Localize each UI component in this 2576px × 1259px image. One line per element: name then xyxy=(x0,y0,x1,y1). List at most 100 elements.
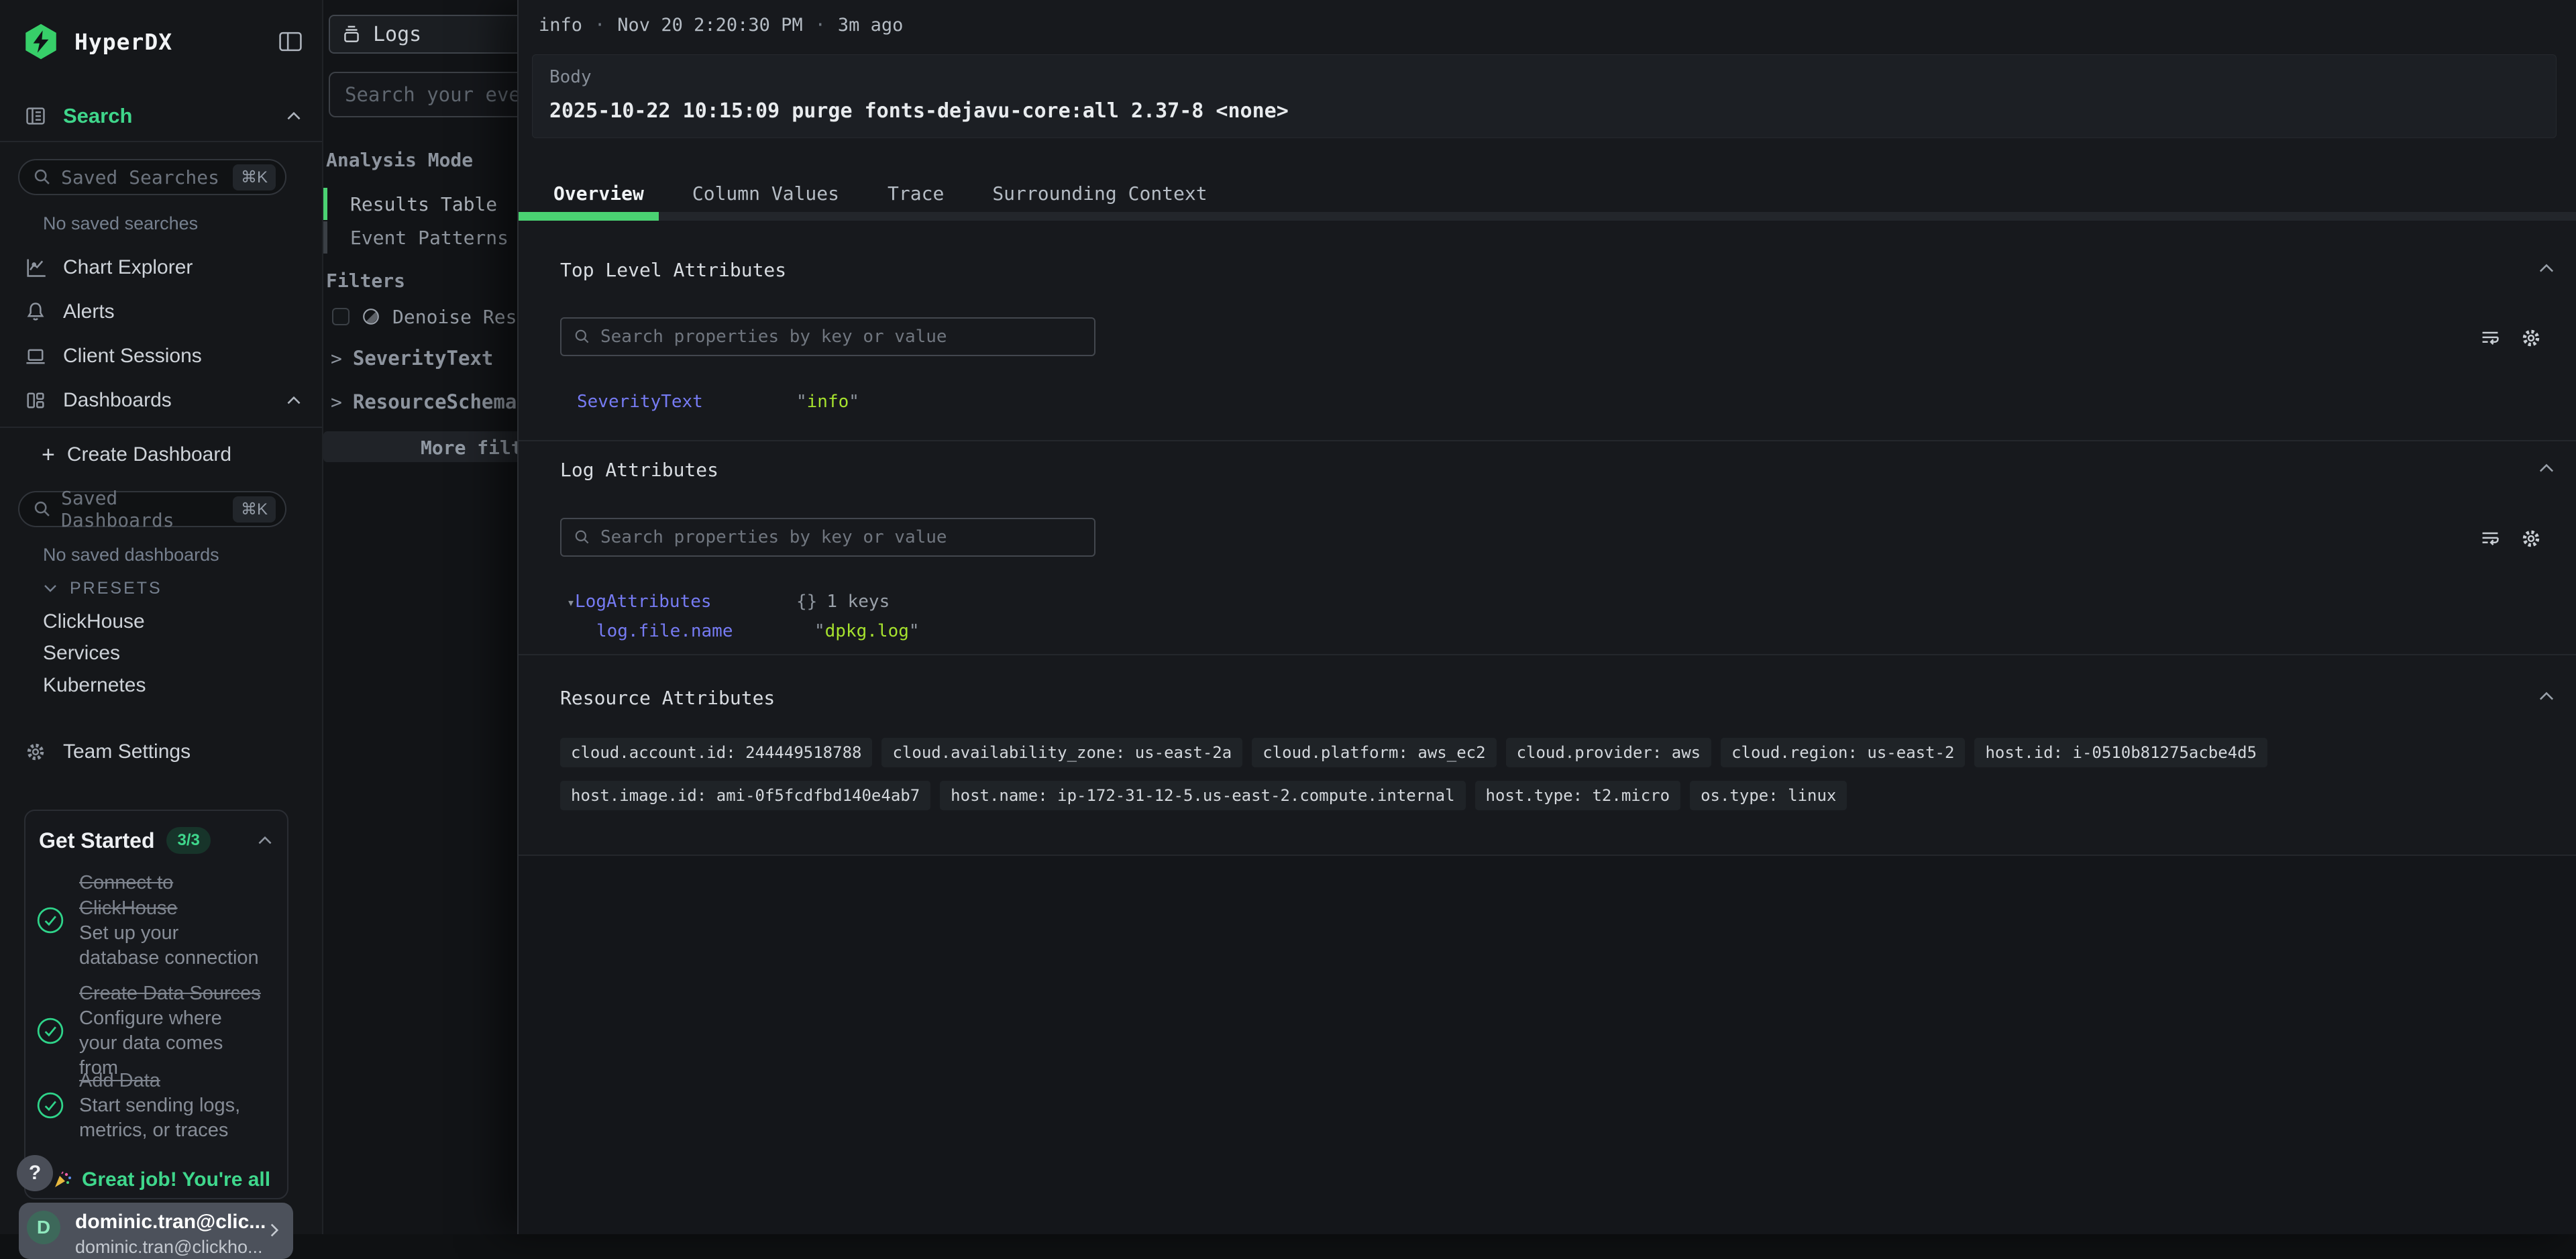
section-title-resource: Resource Attributes xyxy=(560,687,775,709)
chevron-up-icon[interactable] xyxy=(255,833,275,848)
preset-label: Services xyxy=(43,642,120,665)
divider xyxy=(0,141,322,142)
check-circle-icon xyxy=(36,1017,64,1045)
celebration-message: Great job! You're all xyxy=(52,1168,270,1191)
resource-chip: cloud.account.id: 244449518788 xyxy=(560,738,872,767)
collapse-section-icon[interactable] xyxy=(2536,460,2557,476)
help-button[interactable]: ? xyxy=(17,1155,53,1191)
avatar: D xyxy=(27,1211,60,1244)
sidebar-item-client-sessions[interactable]: Client Sessions xyxy=(24,338,304,374)
event-search-box xyxy=(329,72,517,117)
gear-icon[interactable] xyxy=(2520,527,2542,550)
sidebar-item-search[interactable]: Search xyxy=(24,98,304,134)
plus-icon: + xyxy=(42,442,55,468)
resource-chip: cloud.region: us-east-2 xyxy=(1721,738,1965,767)
saved-searches-placeholder: Saved Searches xyxy=(61,166,219,188)
brand-title: HyperDX xyxy=(74,29,172,55)
preset-item-services[interactable]: Services xyxy=(43,641,120,666)
get-started-header[interactable]: Get Started 3/3 xyxy=(39,827,275,854)
search-icon xyxy=(574,328,591,345)
filter-group-severitytext[interactable]: > SeverityText xyxy=(331,342,493,374)
gear-icon xyxy=(24,741,47,763)
dashboard-grid-icon xyxy=(24,389,47,412)
resource-chip-list: cloud.account.id: 244449518788 cloud.ava… xyxy=(560,738,2522,810)
saved-searches-input[interactable]: Saved Searches ⌘K xyxy=(18,159,286,195)
chevron-up-icon xyxy=(284,393,304,408)
denoise-icon xyxy=(362,307,380,326)
value-text: dpkg.log xyxy=(825,621,909,641)
bell-icon xyxy=(24,300,47,323)
top-level-search-input[interactable] xyxy=(600,327,1082,347)
attribute-key[interactable]: log.file.name xyxy=(596,621,733,641)
gear-icon[interactable] xyxy=(2520,327,2542,349)
avatar-initial: D xyxy=(37,1217,50,1238)
sidebar-item-team-settings[interactable]: Team Settings xyxy=(24,734,304,770)
collapse-section-icon[interactable] xyxy=(2536,260,2557,276)
search-icon xyxy=(33,168,52,186)
resource-chip: cloud.platform: aws_ec2 xyxy=(1252,738,1496,767)
attribute-key[interactable]: SeverityText xyxy=(577,392,703,412)
get-started-item-connect[interactable]: Connect to ClickHouse Set up your databa… xyxy=(36,870,262,971)
quote: " xyxy=(849,392,859,412)
preset-item-kubernetes[interactable]: Kubernetes xyxy=(43,673,146,698)
filters-label: Filters xyxy=(326,270,405,292)
wrap-lines-icon[interactable] xyxy=(2479,327,2501,349)
saved-dashboards-input[interactable]: Saved Dashboards ⌘K xyxy=(18,491,286,527)
get-started-item-add-data[interactable]: Add Data Start sending logs, metrics, or… xyxy=(36,1068,262,1143)
tree-caret-icon: ▾ xyxy=(567,594,575,610)
user-menu[interactable]: D dominic.tran@clic... dominic.tran@clic… xyxy=(19,1203,293,1259)
create-dashboard-button[interactable]: + Create Dashboard xyxy=(42,437,231,473)
shortcut-badge: ⌘K xyxy=(233,496,276,523)
denoise-checkbox[interactable] xyxy=(332,308,350,325)
wrap-lines-icon[interactable] xyxy=(2479,528,2501,549)
collapse-section-icon[interactable] xyxy=(2536,688,2557,704)
tab-overview[interactable]: Overview xyxy=(553,182,644,205)
get-started-item-sources[interactable]: Create Data Sources Configure where your… xyxy=(36,981,262,1081)
sidebar-item-label: Team Settings xyxy=(63,741,191,763)
user-display-name: dominic.tran@clic... xyxy=(75,1211,266,1234)
more-filters-label: More filters xyxy=(421,437,517,459)
mode-label: Event Patterns xyxy=(350,227,508,249)
chevron-up-icon xyxy=(284,109,304,123)
sidebar-item-label: Search xyxy=(63,104,132,128)
sidebar-collapse-button[interactable] xyxy=(277,30,304,54)
tab-trace[interactable]: Trace xyxy=(888,182,944,205)
more-filters-button[interactable]: More filters xyxy=(323,431,517,462)
mode-label: Results Table xyxy=(350,193,497,215)
source-select[interactable]: Logs xyxy=(329,15,517,54)
section-title-top-level: Top Level Attributes xyxy=(560,259,786,281)
sidebar-item-dashboards[interactable]: Dashboards xyxy=(24,382,304,419)
log-attributes-search-input[interactable] xyxy=(600,527,1082,547)
resource-chip: os.type: linux xyxy=(1690,781,1847,810)
dot-separator: · xyxy=(594,15,605,36)
sidebar-item-label: Alerts xyxy=(63,300,115,323)
severity-text: info xyxy=(539,15,582,36)
tree-root-key[interactable]: ▾LogAttributes xyxy=(567,592,712,612)
event-search-input[interactable] xyxy=(345,83,517,106)
tab-column-values[interactable]: Column Values xyxy=(692,182,839,205)
source-select-label: Logs xyxy=(373,23,421,46)
sidebar-item-alerts[interactable]: Alerts xyxy=(24,294,304,330)
filter-group-resourceschemaurl[interactable]: > ResourceSchemaUrl xyxy=(331,386,517,418)
divider xyxy=(0,427,322,428)
preset-item-clickhouse[interactable]: ClickHouse xyxy=(43,609,145,635)
event-detail-panel: info · Nov 20 2:20:30 PM · 3m ago Body 2… xyxy=(517,0,2576,1234)
presets-toggle[interactable]: PRESETS xyxy=(42,578,162,599)
sidebar-item-label: Dashboards xyxy=(63,389,172,412)
step-title: Add Data xyxy=(79,1070,160,1091)
tab-surrounding-context[interactable]: Surrounding Context xyxy=(992,182,1207,205)
event-header: info · Nov 20 2:20:30 PM · 3m ago xyxy=(539,15,903,36)
tab-underline-track xyxy=(519,212,2576,221)
mode-results-table[interactable]: Results Table xyxy=(323,188,517,220)
no-saved-dashboards-note: No saved dashboards xyxy=(43,545,219,565)
sidebar-item-chart-explorer[interactable]: Chart Explorer xyxy=(24,250,304,286)
progress-badge: 3/3 xyxy=(166,827,210,854)
active-tab-indicator xyxy=(519,212,659,221)
section-title-log-attributes: Log Attributes xyxy=(560,459,718,481)
step-description: Start sending logs, metrics, or traces xyxy=(79,1095,240,1141)
search-list-icon xyxy=(24,105,47,127)
mode-event-patterns[interactable]: Event Patterns xyxy=(323,221,517,254)
step-title: Connect to ClickHouse xyxy=(79,872,178,919)
get-started-card: Get Started 3/3 Connect to ClickHouse Se… xyxy=(24,810,288,1199)
resource-chip: host.name: ip-172-31-12-5.us-east-2.comp… xyxy=(940,781,1465,810)
